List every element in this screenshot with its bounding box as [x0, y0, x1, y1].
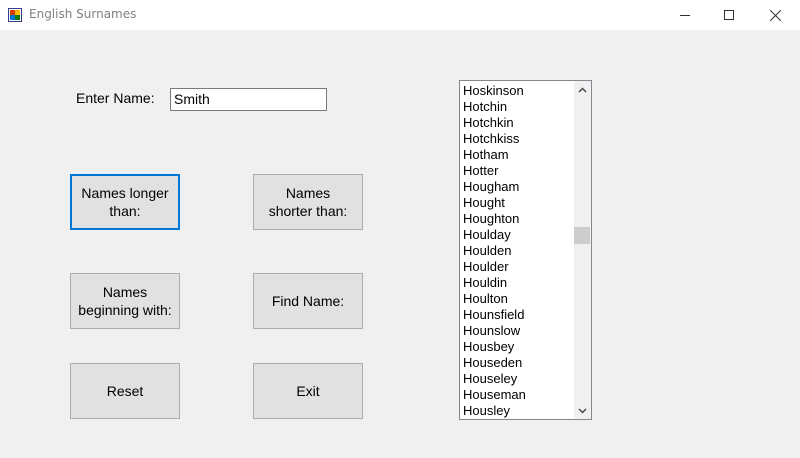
list-item[interactable]: Houlder: [463, 259, 573, 275]
list-item[interactable]: Housley: [463, 403, 573, 419]
app-icon: [8, 7, 22, 22]
list-item[interactable]: Hounsfield: [463, 307, 573, 323]
list-item[interactable]: Houlden: [463, 243, 573, 259]
enter-name-label: Enter Name:: [76, 90, 155, 106]
list-item[interactable]: Hounslow: [463, 323, 573, 339]
chevron-up-icon: [578, 87, 587, 92]
find-name-button[interactable]: Find Name:: [253, 273, 363, 329]
title-bar[interactable]: English Surnames: [0, 0, 800, 30]
close-button[interactable]: [752, 0, 798, 30]
list-item[interactable]: Hoskinson: [463, 83, 573, 99]
close-icon: [769, 9, 781, 21]
list-item[interactable]: Houlton: [463, 291, 573, 307]
list-item[interactable]: Housbey: [463, 339, 573, 355]
list-item[interactable]: Hotter: [463, 163, 573, 179]
list-item[interactable]: Hotchin: [463, 99, 573, 115]
surname-list: Hoskinson Hotchin Hotchkin Hotchkiss Hotham H…: [463, 83, 573, 419]
list-item[interactable]: Hought: [463, 195, 573, 211]
reset-button[interactable]: Reset: [70, 363, 180, 419]
list-item[interactable]: Hotchkiss: [463, 131, 573, 147]
scroll-up-button[interactable]: [574, 81, 591, 98]
name-input[interactable]: Smith: [170, 88, 327, 111]
minimize-icon: [680, 15, 690, 16]
maximize-icon: [724, 10, 734, 20]
list-item[interactable]: Hotchkin: [463, 115, 573, 131]
list-item[interactable]: Hougham: [463, 179, 573, 195]
exit-button[interactable]: Exit: [253, 363, 363, 419]
main-window: English Surnames Enter Name: Smith Names…: [0, 0, 800, 458]
chevron-down-icon: [578, 408, 587, 413]
list-scrollbar[interactable]: [574, 81, 591, 419]
surname-listbox[interactable]: Hoskinson Hotchin Hotchkin Hotchkiss Hotham H…: [459, 80, 592, 420]
names-longer-than-button[interactable]: Names longer than:: [70, 174, 180, 230]
list-item[interactable]: Houseden: [463, 355, 573, 371]
scroll-down-button[interactable]: [574, 402, 591, 419]
names-shorter-than-button[interactable]: Names shorter than:: [253, 174, 363, 230]
maximize-button[interactable]: [706, 0, 752, 30]
list-item[interactable]: Houldin: [463, 275, 573, 291]
list-item[interactable]: Hotham: [463, 147, 573, 163]
list-item[interactable]: Houseman: [463, 387, 573, 403]
minimize-button[interactable]: [662, 0, 708, 30]
list-item[interactable]: Houlday: [463, 227, 573, 243]
names-beginning-with-button[interactable]: Names beginning with:: [70, 273, 180, 329]
list-item[interactable]: Houghton: [463, 211, 573, 227]
scroll-thumb[interactable]: [574, 227, 590, 244]
window-title: English Surnames: [29, 7, 137, 21]
list-item[interactable]: Houseley: [463, 371, 573, 387]
